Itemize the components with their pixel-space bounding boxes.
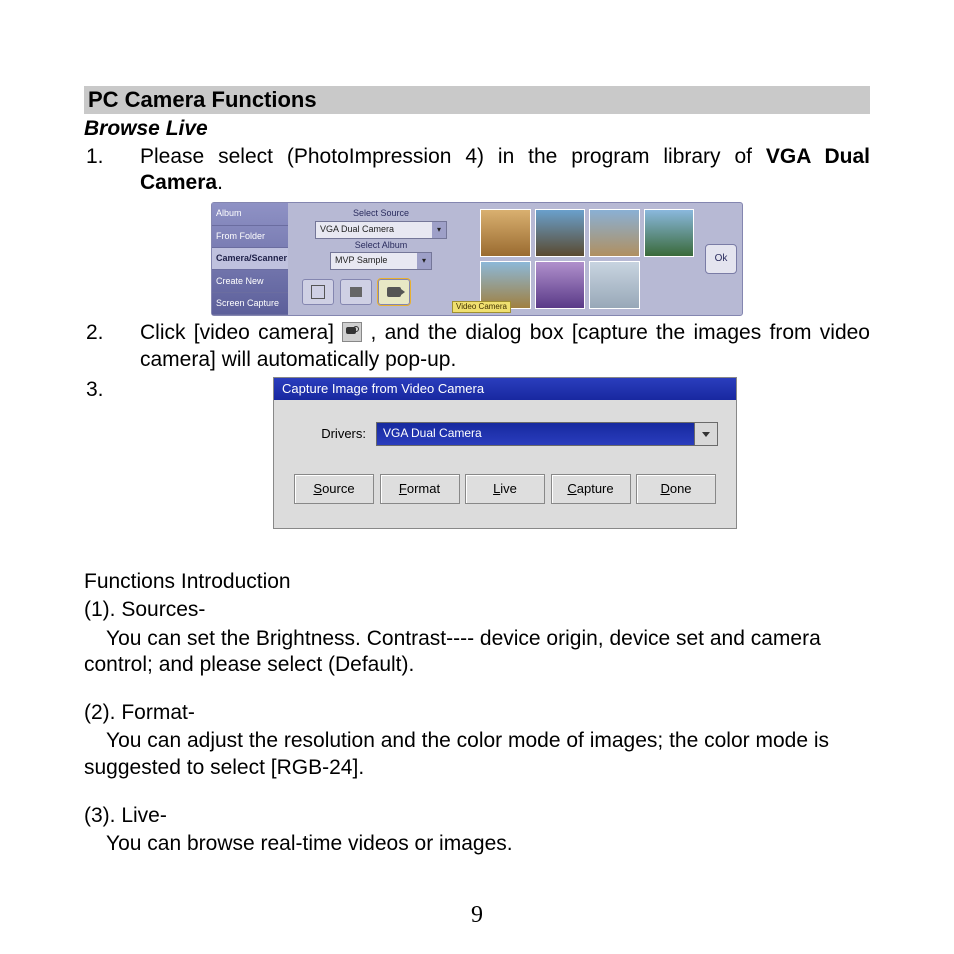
step-number: 1. <box>84 144 140 170</box>
pi-tab-from-folder[interactable]: From Folder <box>212 226 288 248</box>
step-1: 1. Please select (PhotoImpression 4) in … <box>84 144 870 197</box>
step1-post: . <box>217 171 223 194</box>
select-album-value: MVP Sample <box>331 255 417 266</box>
pi-tab-create-new[interactable]: Create New <box>212 270 288 292</box>
dialog-title: Capture Image from Video Camera <box>274 378 736 400</box>
drivers-dropdown[interactable]: VGA Dual Camera <box>376 422 718 446</box>
video-camera-icon <box>342 322 362 342</box>
step1-pre: Please select (PhotoImpression 4) in the… <box>140 145 766 168</box>
step-number: 2. <box>84 320 140 346</box>
func-item-body: You can adjust the resolution and the co… <box>84 729 829 778</box>
pi-tab-screen-capture[interactable]: Screen Capture <box>212 293 288 315</box>
steps-list: 1. Please select (PhotoImpression 4) in … <box>84 144 870 529</box>
func-item-head: (2). Format- <box>84 700 870 726</box>
select-source-value: VGA Dual Camera <box>316 224 432 235</box>
thumbnail-empty <box>644 261 695 309</box>
format-button[interactable]: Format <box>380 474 460 504</box>
capture-button[interactable]: Capture <box>551 474 631 504</box>
step-text: Click [video camera] , and the dialog bo… <box>140 320 870 373</box>
thumbnail-grid <box>474 203 700 315</box>
thumbnail[interactable] <box>535 209 586 257</box>
functions-section: Functions Introduction (1). Sources- You… <box>84 569 870 857</box>
page-number: 9 <box>0 900 954 930</box>
chevron-down-icon <box>694 422 718 446</box>
select-source-dropdown[interactable]: VGA Dual Camera ▾ <box>315 221 447 239</box>
import-button[interactable] <box>340 279 372 305</box>
video-camera-icon <box>387 287 401 297</box>
step-text: Please select (PhotoImpression 4) in the… <box>140 144 870 197</box>
done-button[interactable]: Done <box>636 474 716 504</box>
func-item-head: (1). Sources- <box>84 597 870 623</box>
functions-title: Functions Introduction <box>84 569 870 595</box>
subsection-heading: Browse Live <box>84 116 870 142</box>
select-album-label: Select Album <box>355 240 408 251</box>
drivers-label: Drivers: <box>292 426 376 442</box>
pi-tab-album[interactable]: Album <box>212 203 288 225</box>
step-number: 3. <box>84 377 140 403</box>
select-album-dropdown[interactable]: MVP Sample ▾ <box>330 252 432 270</box>
func-item-head: (3). Live- <box>84 803 870 829</box>
func-item-body: You can set the Brightness. Contrast----… <box>84 627 821 676</box>
video-camera-button[interactable] <box>378 279 410 305</box>
photoimpression-screenshot: Album From Folder Camera/Scanner Create … <box>84 202 870 316</box>
pi-controls: Select Source VGA Dual Camera ▾ Select A… <box>288 203 474 315</box>
video-camera-tooltip: Video Camera <box>452 301 511 313</box>
thumbnail[interactable] <box>480 209 531 257</box>
thumbnail[interactable] <box>644 209 695 257</box>
thumbnail[interactable] <box>535 261 586 309</box>
drivers-value: VGA Dual Camera <box>376 422 694 446</box>
acquire-button[interactable] <box>302 279 334 305</box>
thumbnail[interactable] <box>589 209 640 257</box>
live-button[interactable]: Live <box>465 474 545 504</box>
func-item-body: You can browse real-time videos or image… <box>106 832 513 855</box>
section-heading: PC Camera Functions <box>84 86 870 114</box>
select-source-label: Select Source <box>353 208 409 219</box>
pi-sidebar: Album From Folder Camera/Scanner Create … <box>212 203 288 315</box>
source-button[interactable]: Source <box>294 474 374 504</box>
pi-tab-camera-scanner[interactable]: Camera/Scanner <box>212 248 288 270</box>
step2-pre: Click [video camera] <box>140 321 342 344</box>
thumbnail[interactable] <box>589 261 640 309</box>
step-2: 2. Click [video camera] , and the dialog… <box>84 320 870 373</box>
chevron-down-icon: ▾ <box>417 253 431 269</box>
chevron-down-icon: ▾ <box>432 222 446 238</box>
ok-button[interactable]: Ok <box>705 244 737 274</box>
step-3: 3. Capture Image from Video Camera Drive… <box>84 377 870 529</box>
capture-dialog: Capture Image from Video Camera Drivers:… <box>273 377 737 529</box>
